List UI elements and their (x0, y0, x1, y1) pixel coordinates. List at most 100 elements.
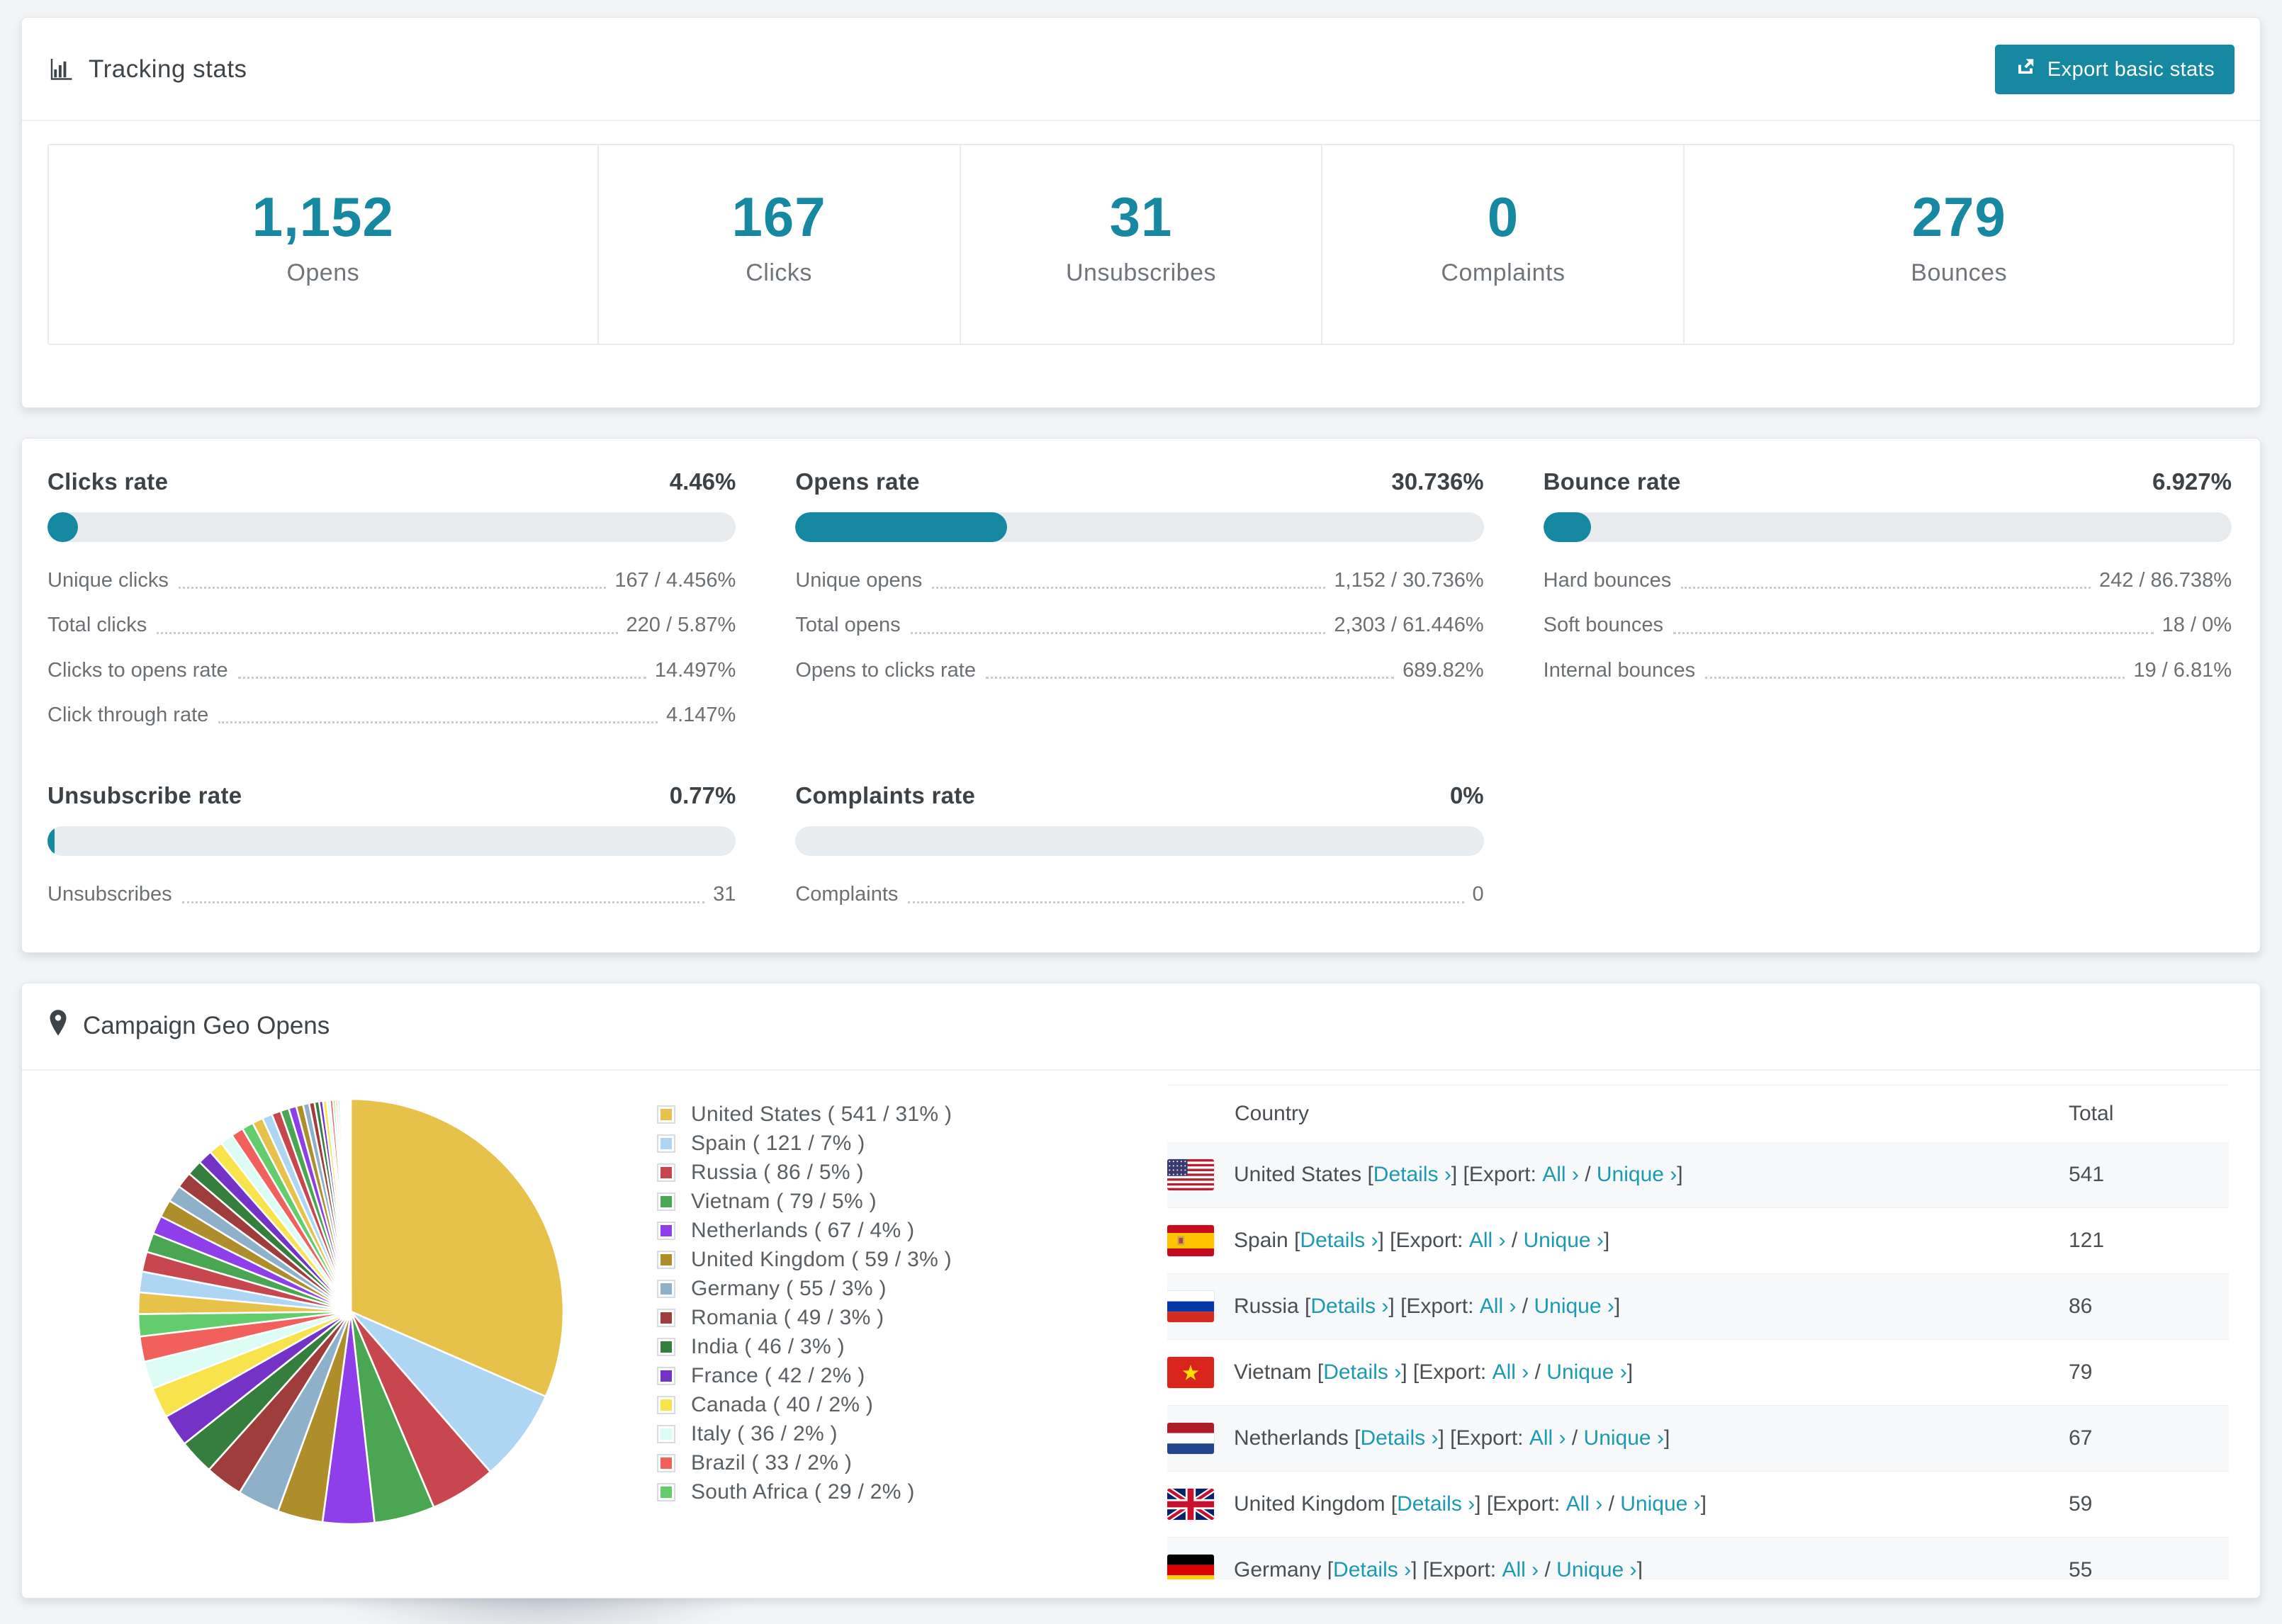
export-all-link[interactable]: All › (1502, 1558, 1539, 1579)
legend-swatch (657, 1163, 675, 1183)
rate-value: 0.77% (669, 782, 736, 809)
pie-slice-other-53[interactable] (349, 1098, 352, 1313)
rate-title-row: Bounce rate 6.927% (1544, 468, 2232, 495)
geo-header: Campaign Geo Opens (22, 983, 2260, 1071)
legend-item-spain[interactable]: Spain ( 121 / 7% ) (657, 1129, 952, 1158)
rate-detail-label: Hard bounces (1543, 569, 1672, 592)
legend-item-germany[interactable]: Germany ( 55 / 3% ) (657, 1275, 952, 1304)
legend-swatch (657, 1251, 675, 1270)
geo-pie-chart (131, 1092, 570, 1535)
export-all-link[interactable]: All › (1493, 1360, 1529, 1385)
details-link[interactable]: Details › (1323, 1360, 1401, 1385)
stat-value: 167 (731, 186, 826, 248)
legend-item-vietnam[interactable]: Vietnam ( 79 / 5% ) (657, 1188, 952, 1217)
export-unique-link[interactable]: Unique › (1620, 1492, 1700, 1516)
stat-value: 31 (1109, 186, 1173, 248)
export-all-link[interactable]: All › (1529, 1426, 1566, 1450)
bracket-text: ] [Export: (1475, 1492, 1566, 1516)
legend-item-united-states[interactable]: United States ( 541 / 31% ) (657, 1100, 952, 1129)
geo-country-cell: Netherlands [Details ›] [Export: All › /… (1167, 1406, 2069, 1472)
export-unique-link[interactable]: Unique › (1524, 1229, 1604, 1253)
dotted-leader (237, 677, 646, 680)
progress-bar-track (795, 512, 1484, 542)
progress-bar-fill (47, 512, 79, 542)
export-unique-link[interactable]: Unique › (1597, 1163, 1677, 1187)
legend-item-france[interactable]: France ( 42 / 2% ) (657, 1362, 952, 1391)
progress-bar-fill (47, 826, 55, 857)
geo-country-cell: Vietnam [Details ›] [Export: All › / Uni… (1167, 1340, 2069, 1406)
progress-bar-fill (795, 512, 1007, 542)
export-all-link[interactable]: All › (1469, 1229, 1506, 1253)
geo-table: Country Total United States [Details ›] … (1167, 1086, 2229, 1579)
stat-label: Opens (286, 259, 360, 286)
dashboard-page: Tracking stats Export basic stats 1,152 O… (0, 0, 2282, 1598)
dotted-leader (157, 631, 618, 634)
rates-card: Clicks rate 4.46% Unique clicks 167 / 4.456… (21, 438, 2261, 953)
rate-detail-rows: Unique opens 1,152 / 30.736% Total opens 2,… (795, 569, 1483, 682)
details-link[interactable]: Details › (1360, 1426, 1438, 1450)
export-unique-link[interactable]: Unique › (1584, 1426, 1664, 1450)
dotted-leader (985, 677, 1395, 680)
dotted-leader (1705, 677, 2125, 680)
export-all-link[interactable]: All › (1566, 1492, 1603, 1516)
bracket-text: ] [Export: (1411, 1558, 1502, 1579)
legend-item-united-kingdom[interactable]: United Kingdom ( 59 / 3% ) (657, 1246, 952, 1275)
legend-swatch (657, 1454, 675, 1473)
country-name: Germany [ (1234, 1558, 1334, 1579)
legend-swatch (657, 1338, 675, 1357)
legend-swatch (657, 1396, 675, 1415)
legend-label: France ( 42 / 2% ) (691, 1364, 865, 1388)
legend-item-netherlands[interactable]: Netherlands ( 67 / 4% ) (657, 1217, 952, 1246)
rate-detail-rows: Complaints 0 (795, 883, 1483, 906)
details-link[interactable]: Details › (1397, 1492, 1475, 1516)
rate-detail-value: 18 / 0% (2162, 614, 2232, 637)
country-name: Netherlands [ (1234, 1426, 1361, 1450)
export-all-link[interactable]: All › (1480, 1295, 1517, 1319)
export-unique-link[interactable]: Unique › (1546, 1360, 1626, 1385)
legend-item-canada[interactable]: Canada ( 40 / 2% ) (657, 1391, 952, 1420)
legend-label: South Africa ( 29 / 2% ) (691, 1480, 915, 1504)
slash-text: / (1566, 1426, 1584, 1450)
export-basic-stats-button[interactable]: Export basic stats (1994, 45, 2235, 94)
details-link[interactable]: Details › (1310, 1295, 1388, 1319)
country-cell: Spain [Details ›] [Export: All › / Uniqu… (1167, 1225, 2069, 1257)
legend-item-south-africa[interactable]: South Africa ( 29 / 2% ) (657, 1478, 952, 1507)
legend-item-russia[interactable]: Russia ( 86 / 5% ) (657, 1158, 952, 1188)
rate-detail-row: Opens to clicks rate 689.82% (795, 659, 1483, 682)
summary-stat-unsubscribes: 31 Unsubscribes (959, 145, 1322, 344)
legend-label: Spain ( 121 / 7% ) (691, 1132, 865, 1156)
details-link[interactable]: Details › (1333, 1558, 1411, 1579)
rate-value: 0% (1449, 782, 1484, 809)
rate-detail-label: Click through rate (47, 704, 209, 727)
us-flag-icon (1167, 1158, 1214, 1190)
legend-item-brazil[interactable]: Brazil ( 33 / 2% ) (657, 1449, 952, 1478)
progress-bar-track (795, 826, 1484, 857)
export-unique-link[interactable]: Unique › (1556, 1558, 1636, 1579)
details-link[interactable]: Details › (1300, 1229, 1378, 1253)
stat-value: 1,152 (252, 186, 394, 248)
slash-text: / (1529, 1360, 1547, 1385)
legend-label: Germany ( 55 / 3% ) (691, 1277, 887, 1301)
rate-title-row: Unsubscribe rate 0.77% (47, 782, 736, 809)
geo-table-row-us: United States [Details ›] [Export: All ›… (1167, 1141, 2229, 1208)
geo-table-row-gb: United Kingdom [Details ›] [Export: All … (1167, 1472, 2229, 1538)
dotted-leader (178, 587, 607, 590)
geo-body: United States ( 541 / 31% ) Spain ( 121 /… (22, 1071, 2260, 1598)
rate-detail-rows: Unsubscribes 31 (47, 883, 736, 906)
de-flag-icon (1167, 1555, 1214, 1579)
legend-item-india[interactable]: India ( 46 / 3% ) (657, 1333, 952, 1362)
legend-label: United States ( 541 / 31% ) (691, 1103, 952, 1127)
country-name: United States [ (1234, 1162, 1373, 1186)
details-link[interactable]: Details › (1373, 1163, 1451, 1187)
export-unique-link[interactable]: Unique › (1534, 1295, 1614, 1319)
stat-value: 279 (1911, 186, 2006, 248)
rate-detail-row: Total clicks 220 / 5.87% (47, 614, 736, 637)
country-cell: Russia [Details ›] [Export: All › / Uniq… (1167, 1291, 2069, 1323)
rate-section-opens: Opens rate 30.736% Unique opens 1,152 / 30.… (795, 468, 1484, 727)
rate-detail-label: Total opens (795, 614, 901, 637)
legend-item-romania[interactable]: Romania ( 49 / 3% ) (657, 1304, 952, 1333)
legend-item-italy[interactable]: Italy ( 36 / 2% ) (657, 1420, 952, 1449)
export-all-link[interactable]: All › (1542, 1163, 1579, 1187)
summary-stat-clicks: 167 Clicks (597, 145, 960, 344)
tracking-stats-title: Tracking stats (47, 55, 247, 84)
